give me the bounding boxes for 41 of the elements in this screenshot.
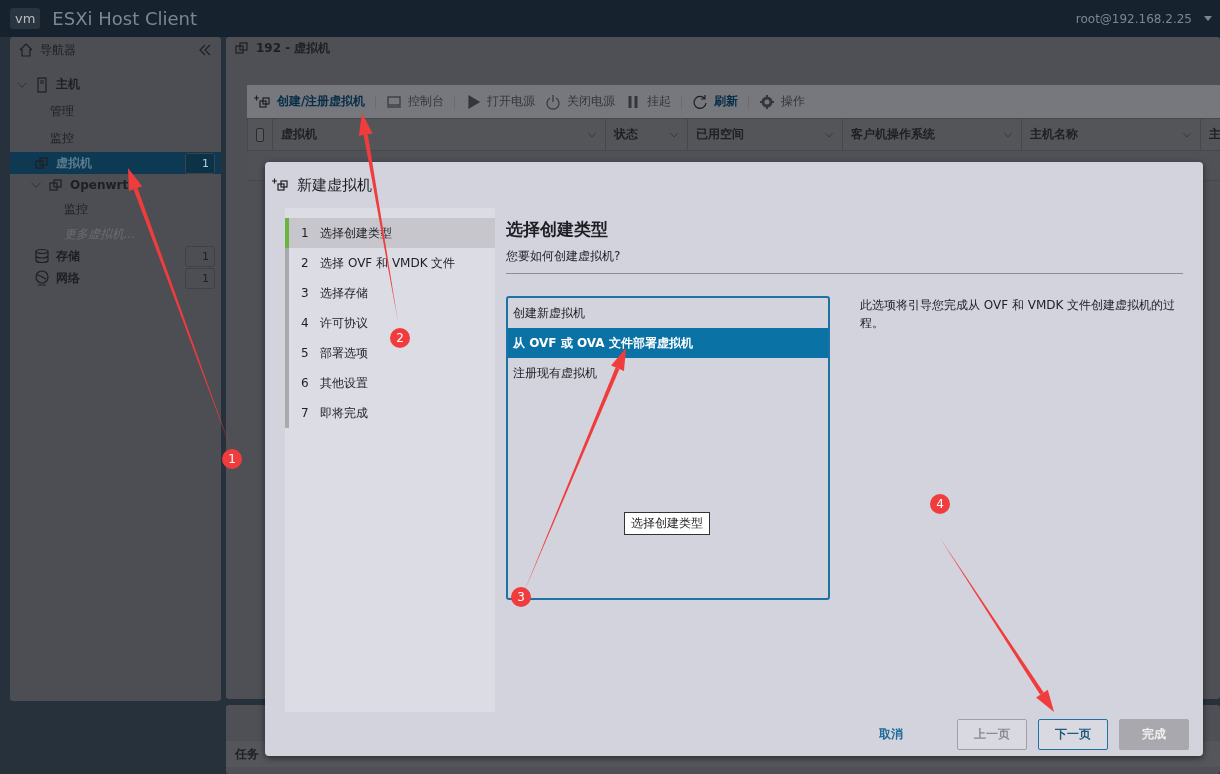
play-icon: [465, 93, 482, 110]
vm-icon: [48, 177, 64, 193]
wizard-step[interactable]: 6 其他设置: [285, 368, 375, 398]
step-number-badge: 1: [222, 449, 242, 469]
wizard-step[interactable]: 5 部署选项: [285, 338, 375, 368]
wizard-step[interactable]: 7 即将完成: [285, 398, 375, 428]
option-description: 此选项将引导您完成从 OVF 和 VMDK 文件创建虚拟机的过程。: [860, 297, 1177, 332]
wizard-step[interactable]: 3 选择存储: [285, 278, 375, 308]
collapse-icon: [197, 42, 213, 58]
tooltip: 选择创建类型: [624, 512, 710, 535]
server-icon: [34, 76, 50, 93]
globe-icon: [34, 270, 50, 286]
page-subheading: 您要如何创建虚拟机?: [506, 248, 1183, 274]
add-vm-icon: [269, 177, 289, 193]
toolbar-button[interactable]: 创建/注册虚拟机: [251, 93, 366, 110]
option-item[interactable]: 从 OVF 或 OVA 文件部署虚拟机: [508, 328, 828, 358]
toolbar-button[interactable]: 刷新: [692, 93, 739, 110]
checkbox[interactable]: [256, 127, 264, 142]
count-badge: 1: [185, 152, 215, 174]
refresh-icon: [692, 93, 709, 110]
power-icon: [545, 93, 562, 110]
monitor-icon: [386, 93, 403, 110]
page-heading: 选择创建类型: [506, 218, 609, 241]
user-menu[interactable]: root@192.168.2.25: [1075, 11, 1192, 26]
option-item[interactable]: 创建新虚拟机: [508, 298, 828, 328]
option-item[interactable]: 注册现有虚拟机: [508, 358, 828, 388]
app-title: ESXi Host Client: [52, 8, 199, 29]
wizard-step[interactable]: 4 许可协议: [285, 308, 375, 338]
nav-item[interactable]: 虚拟机 1: [10, 152, 221, 174]
column-header: 任务: [235, 745, 259, 763]
home-icon: [18, 42, 34, 58]
wizard-step[interactable]: 2 选择 OVF 和 VMDK 文件: [285, 248, 462, 278]
add-vm-icon: [251, 93, 271, 110]
caret-down-icon: [1204, 15, 1212, 22]
dialog-button[interactable]: 下一页: [1038, 718, 1108, 750]
dialog-button[interactable]: 取消: [856, 718, 926, 750]
database-icon: [34, 248, 50, 264]
dialog-title: 新建虚拟机: [297, 175, 372, 195]
vm-logo: vm: [10, 8, 41, 29]
vm-icon: [34, 155, 50, 171]
vm-icon: [234, 40, 250, 56]
